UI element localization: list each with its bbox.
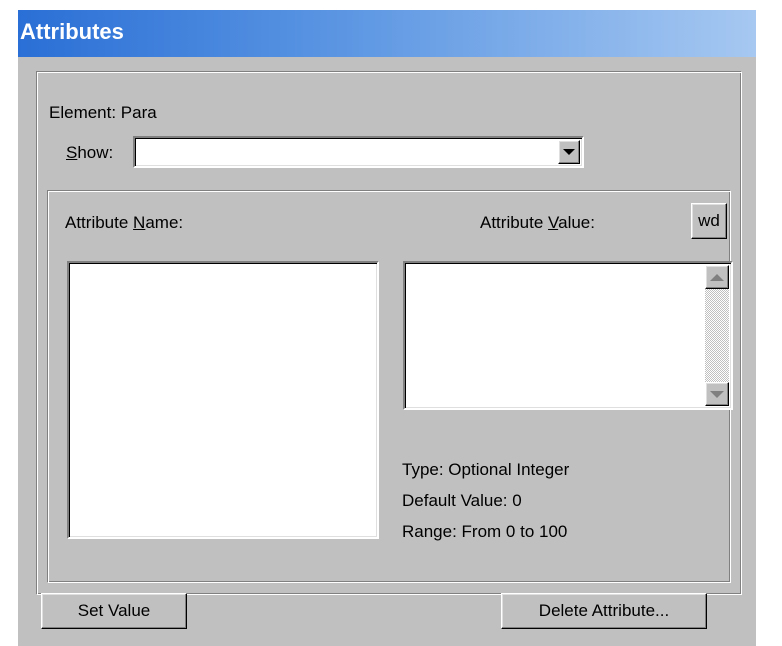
range-info: Range: From 0 to 100 [402, 522, 568, 541]
scroll-up-arrow-icon [710, 273, 724, 281]
attribute-name-label-mnemonic: N [133, 213, 146, 232]
set-value-button[interactable]: Set Value [41, 593, 187, 629]
attribute-name-label-pre: Attribute [65, 213, 134, 232]
scroll-down-button[interactable] [705, 382, 729, 406]
default-value-info: Default Value: 0 [402, 491, 522, 510]
attribute-value-list[interactable] [403, 261, 733, 410]
scroll-up-button[interactable] [705, 265, 729, 289]
element-label: Element: Para [49, 103, 157, 122]
wd-button[interactable]: wd [691, 203, 727, 239]
show-dropdown-arrow-button[interactable] [558, 140, 580, 164]
show-label: Show: [66, 143, 113, 163]
show-label-rest: how: [77, 143, 114, 162]
attribute-value-label-mnemonic: V [548, 213, 559, 232]
attribute-name-label-post: ame: [145, 213, 184, 232]
window-title: Attributes [20, 19, 124, 44]
title-bar[interactable]: Attributes [18, 10, 756, 57]
chevron-down-icon [563, 149, 575, 155]
show-label-mnemonic: S [66, 143, 78, 162]
attributes-dialog: Attributes Element: Para Show: Attribute… [18, 10, 756, 646]
attribute-name-label: Attribute Name: [65, 213, 183, 233]
delete-attribute-button[interactable]: Delete Attribute... [501, 593, 707, 629]
type-info: Type: Optional Integer [402, 460, 570, 479]
attribute-value-label: Attribute Value: [480, 213, 595, 233]
attribute-value-label-pre: Attribute [480, 213, 549, 232]
scroll-down-arrow-icon [710, 390, 724, 398]
attribute-value-scrollbar[interactable] [705, 265, 729, 406]
attribute-value-label-post: alue: [558, 213, 595, 232]
show-dropdown[interactable] [133, 136, 584, 168]
attribute-name-list[interactable] [67, 261, 379, 539]
